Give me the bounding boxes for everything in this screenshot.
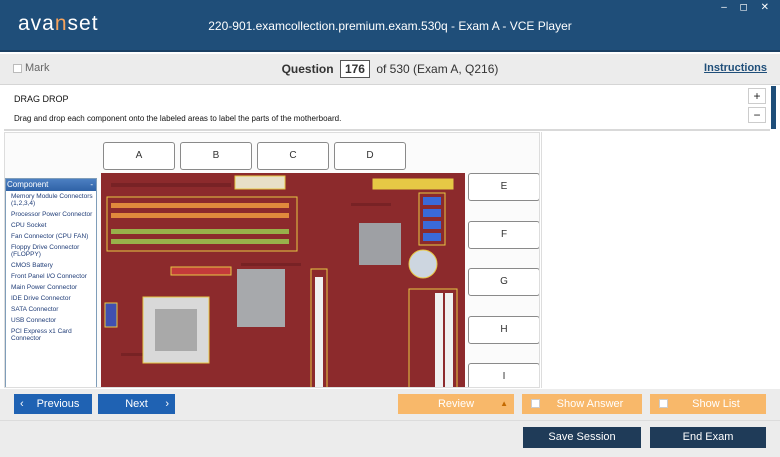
drop-target-d[interactable]: D [334,142,406,170]
save-session-button[interactable]: Save Session [523,427,641,448]
zoom-out-button[interactable]: − [748,107,766,123]
navigation-bar: ‹ Previous Next › Review ▲ Show Answer S… [0,389,780,420]
component-item[interactable]: PCI Express x1 Card Connector [11,326,96,344]
end-exam-button[interactable]: End Exam [650,427,766,448]
title-bar: avanset 220-901.examcollection.premium.e… [0,0,780,52]
question-bar: Mark Question 176 of 530 (Exam A, Q216) … [0,54,780,85]
vrm-heatsink [237,269,285,327]
component-item[interactable]: Floppy Drive Connector (FLOPPY) [11,242,96,260]
ide-connector [372,178,454,190]
drop-target-a[interactable]: A [103,142,175,170]
drop-target-i[interactable]: I [468,363,539,387]
chevron-left-icon: ‹ [20,398,24,410]
component-item[interactable]: CPU Socket [11,220,96,231]
floppy-connector [170,266,232,276]
component-panel: Component - Memory Module Connectors (1,2… [5,178,97,387]
answer-side-panel [541,132,776,388]
question-info: Question 176 of 530 (Exam A, Q216) [0,60,780,78]
review-button[interactable]: Review ▲ [398,394,514,414]
triangle-up-icon: ▲ [500,399,508,408]
drop-target-g[interactable]: G [468,268,539,296]
show-answer-checkbox[interactable] [531,399,540,408]
drop-target-h[interactable]: H [468,316,539,344]
show-list-checkbox[interactable] [659,399,668,408]
cpu-socket-graphic [142,296,210,364]
component-list: Memory Module Connectors (1,2,3,4) Proce… [6,191,96,344]
question-of-text: of 530 (Exam A, Q216) [376,62,499,76]
drop-target-e[interactable]: E [468,173,539,201]
question-title: DRAG DROP [14,94,69,104]
collapse-icon[interactable]: - [90,179,93,191]
component-item[interactable]: Memory Module Connectors (1,2,3,4) [11,191,96,209]
chipset-heatsink [359,223,401,265]
component-item[interactable]: SATA Connector [11,304,96,315]
processor-power-connector [104,302,118,328]
window-controls[interactable]: – ◻ ✕ [721,2,774,13]
question-scrollbar[interactable] [771,86,776,129]
session-bar: Save Session End Exam [0,420,780,457]
drop-target-b[interactable]: B [180,142,252,170]
cmos-battery [408,249,438,279]
drop-target-c[interactable]: C [257,142,329,170]
component-item[interactable]: Processor Power Connector [11,209,96,220]
component-item[interactable]: Fan Connector (CPU FAN) [11,231,96,242]
chevron-right-icon: › [165,398,169,410]
instructions-link[interactable]: Instructions [704,62,767,74]
zoom-in-button[interactable]: + [748,88,766,104]
component-panel-header[interactable]: Component - [6,179,96,191]
motherboard-image [101,173,465,387]
component-item[interactable]: Front Panel I/O Connector [11,271,96,282]
question-number-input[interactable]: 176 [339,60,370,78]
drop-target-f[interactable]: F [468,221,539,249]
question-text-area: DRAG DROP Drag and drop each component o… [4,86,770,131]
window-title: 220-901.examcollection.premium.exam.530q… [208,19,572,33]
component-item[interactable]: IDE Drive Connector [11,293,96,304]
component-item[interactable]: CMOS Battery [11,260,96,271]
show-answer-button[interactable]: Show Answer [522,394,642,414]
main-power-connector [234,175,286,190]
component-item[interactable]: Main Power Connector [11,282,96,293]
show-list-button[interactable]: Show List [650,394,766,414]
next-button[interactable]: Next › [98,394,175,414]
component-item[interactable]: USB Connector [11,315,96,326]
drag-drop-work-area: A B C D E F G H I Component - Memory Modu… [4,132,540,388]
question-description: Drag and drop each component onto the la… [14,114,342,123]
previous-button[interactable]: ‹ Previous [14,394,92,414]
question-label: Question [281,62,334,76]
